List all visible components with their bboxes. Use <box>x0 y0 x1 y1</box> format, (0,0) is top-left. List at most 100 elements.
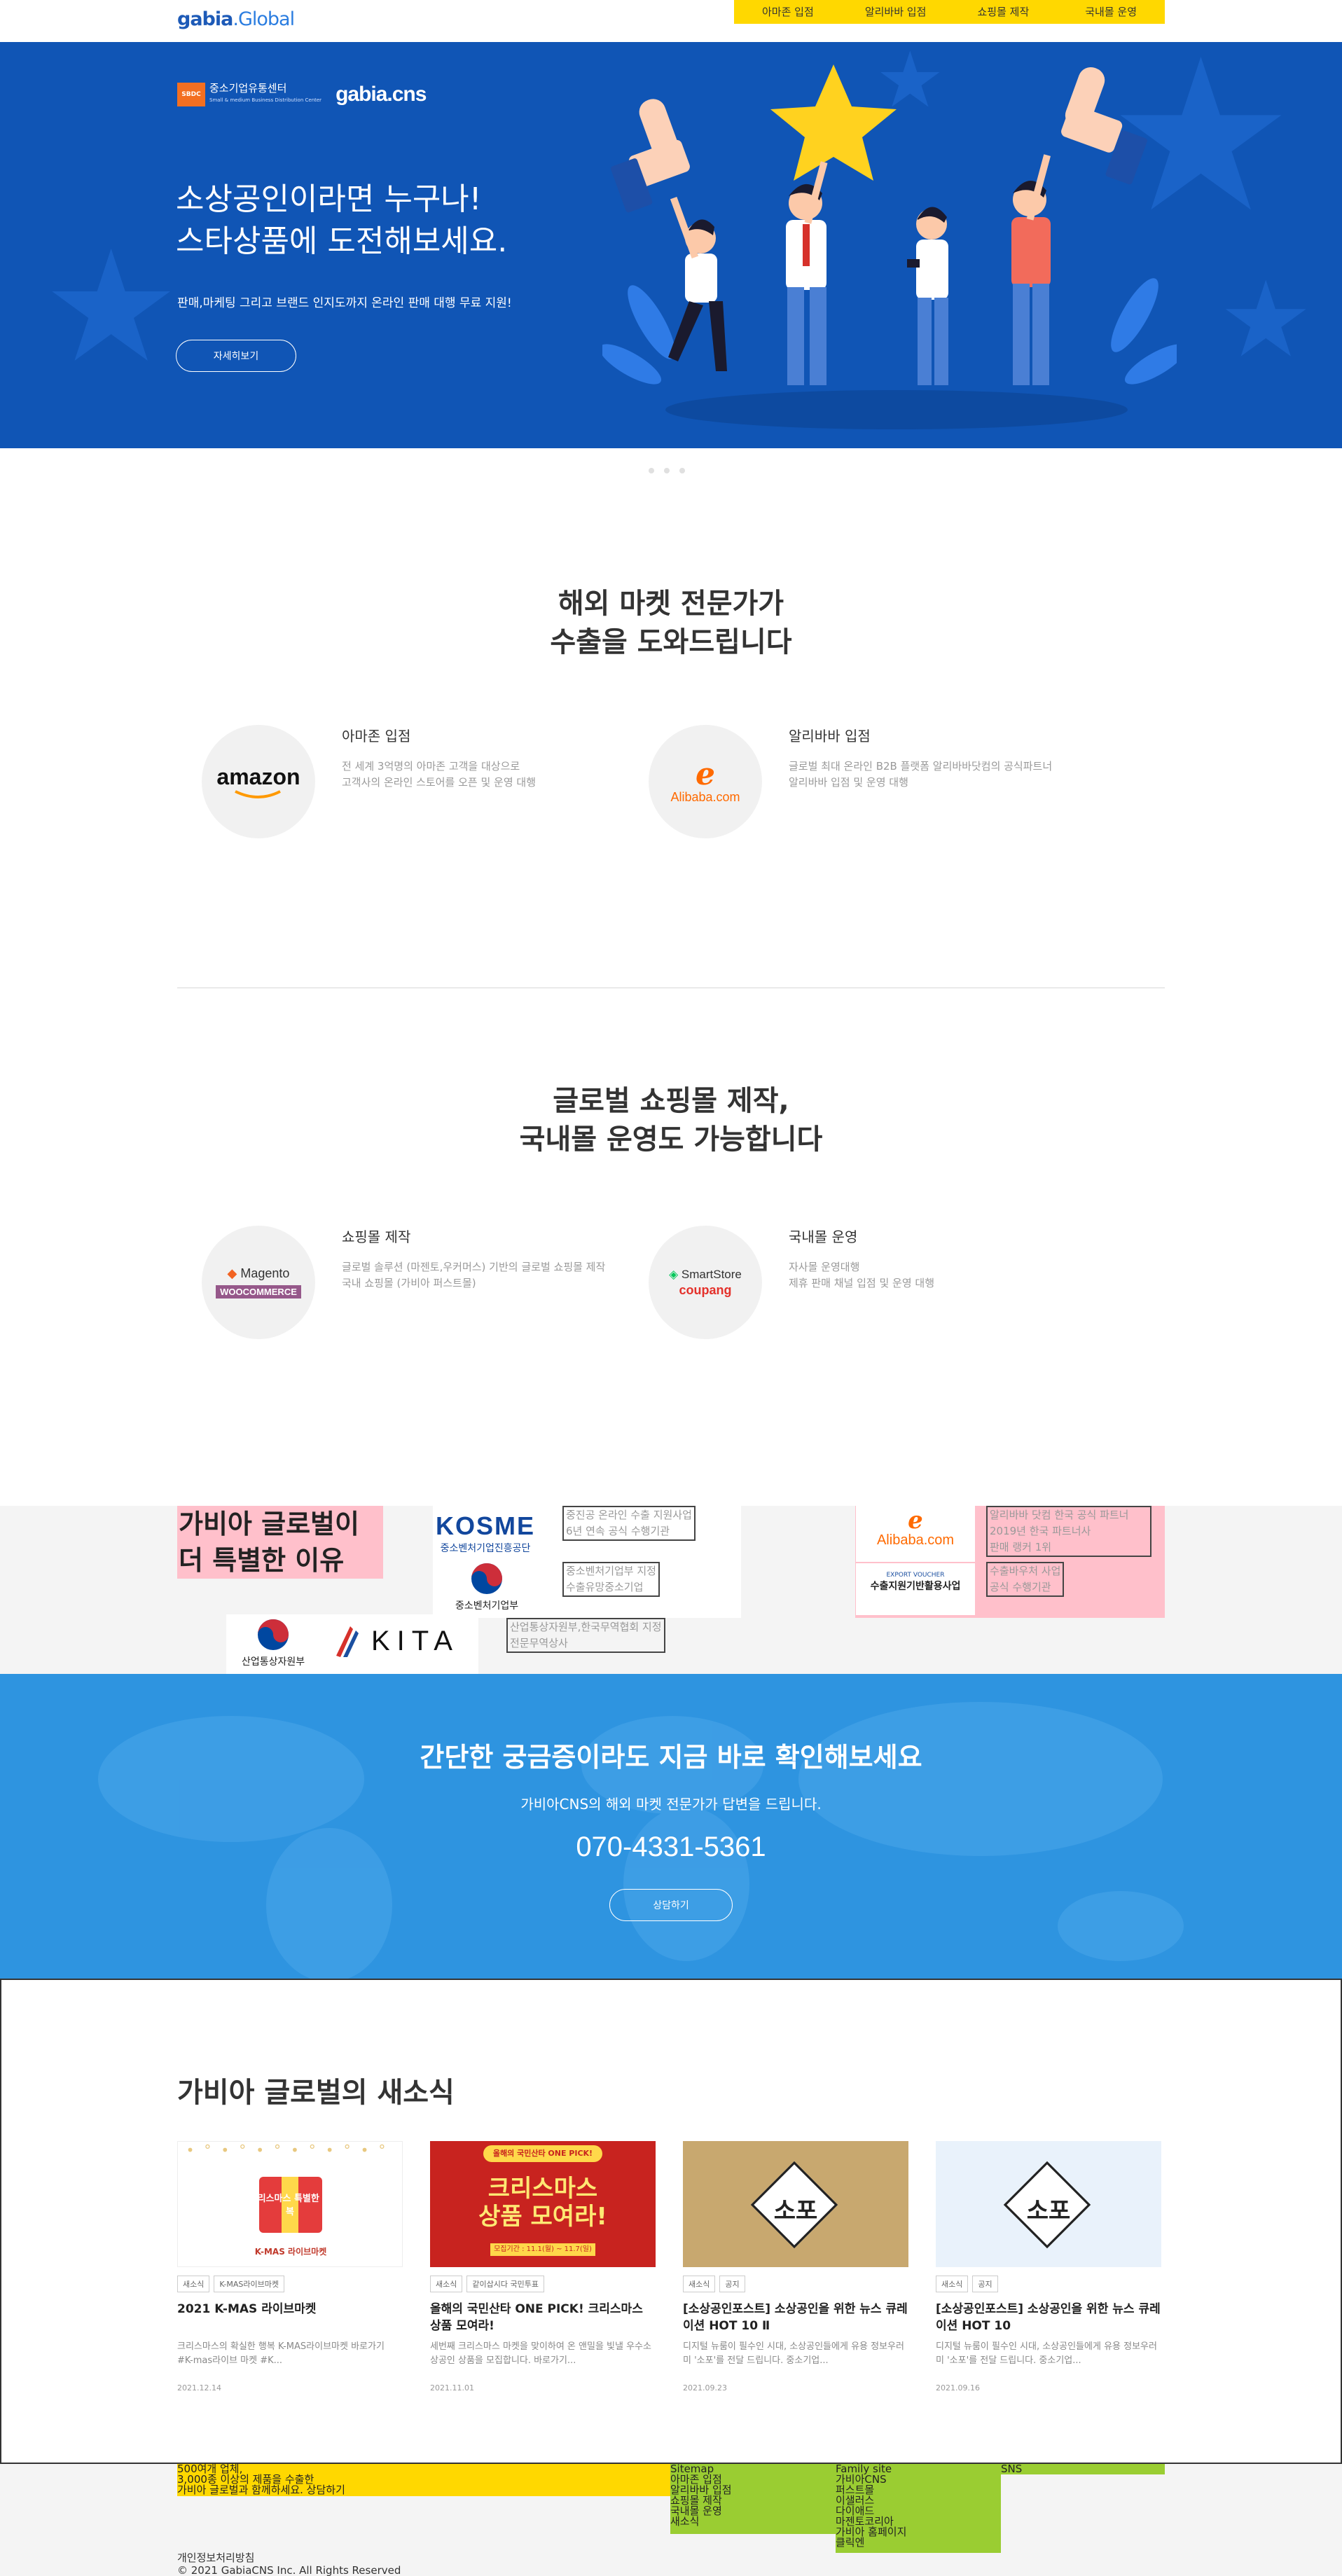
thumbnail-text: 소포 <box>1026 2197 1071 2225</box>
alibaba-partner-logo: ℯ Alibaba.com <box>856 1506 975 1562</box>
kosme-subtitle: 중소벤처기업진흥공단 <box>440 1543 531 1554</box>
nav-shopping-mall[interactable]: 쇼핑몰 제작 <box>950 0 1058 24</box>
news-tag[interactable]: 새소식 <box>683 2276 716 2292</box>
carousel-dot[interactable] <box>664 468 670 473</box>
service-name: 알리바바 입점 <box>789 728 871 745</box>
news-card-title[interactable]: 올해의 국민산타 ONE PICK! 크리스마스 상품 모여라! <box>430 2301 656 2334</box>
alibaba-description: 알리바바 닷컴 한국 공식 파트너 2019년 한국 파트너사 판매 랭커 1위 <box>986 1506 1151 1557</box>
woocommerce-logo-text: WOOCOMMERCE <box>216 1285 301 1299</box>
hero-detail-button[interactable]: 자세히보기 <box>176 340 296 372</box>
news-thumbnail: 소포 <box>683 2141 908 2267</box>
person-man-coral-shirt <box>1011 154 1051 385</box>
news-thumbnail: 소포 <box>936 2141 1161 2267</box>
service-shopping-mall[interactable]: ◆ Magento WOOCOMMERCE 쇼핑몰 제작 글로벌 솔루션 (마젠… <box>177 1226 625 1345</box>
ornament-icon: •°•°•°•°•°•° <box>186 2142 396 2159</box>
background-star-icon: ★ <box>42 217 181 396</box>
kita-logo-text: KITA <box>371 1625 459 1656</box>
news-card-title[interactable]: [소상공인포스트] 소상공인을 위한 뉴스 큐레이션 HOT 10 <box>936 2301 1161 2334</box>
alibaba-logo-text: Alibaba.com <box>670 789 740 804</box>
news-card-description: 크리스마스의 확실한 행복 K-MAS라이브마켓 바로가기 #K-mas라이브 … <box>177 2341 385 2366</box>
logo-suffix: .Global <box>233 8 295 30</box>
amazon-logo: amazon <box>202 725 315 838</box>
news-tag[interactable]: 새소식 <box>430 2276 463 2292</box>
export-voucher-logo: EXPORT VOUCHER 수출지원기반활용사업 <box>856 1563 975 1615</box>
contact-subtitle: 가비아CNS의 해외 마켓 전문가가 답변을 드립니다. <box>520 1796 822 1813</box>
nav-alibaba[interactable]: 알리바바 입점 <box>842 0 950 24</box>
news-card-title[interactable]: 2021 K-MAS 라이브마켓 <box>177 2301 403 2334</box>
news-thumbnail: 올해의 국민산타 ONE PICK! 크리스마스 상품 모여라! 모집기간 : … <box>430 2141 656 2267</box>
news-tags: 새소식 공지 <box>936 2276 1161 2292</box>
service-amazon[interactable]: amazon 아마존 입점 전 세계 3억명의 아마존 고객을 대상으로 고객사… <box>177 725 625 844</box>
mss-logo-text: 중소벤처기업부 <box>455 1600 519 1612</box>
alibaba-logo-text: Alibaba.com <box>876 1532 955 1548</box>
hero-illustration <box>602 64 1177 429</box>
smartstore-coupang-logo: ◈ SmartStore coupang <box>649 1226 762 1339</box>
news-card-title[interactable]: [소상공인포스트] 소상공인을 위한 뉴스 큐레이션 HOT 10 Ⅱ <box>683 2301 908 2334</box>
contact-section <box>0 1674 1342 1979</box>
news-tag[interactable]: 새소식 <box>936 2276 969 2292</box>
news-card[interactable]: 소포 새소식 공지 [소상공인포스트] 소상공인을 위한 뉴스 큐레이션 HOT… <box>683 2141 908 2393</box>
export-voucher-logo-text: 수출지원기반활용사업 <box>870 1581 961 1592</box>
site-header: gabia.Global 아마존 입점 알리바바 입점 쇼핑몰 제작 국내몰 운… <box>0 0 1342 42</box>
news-card-description: 디지털 뉴룸이 필수인 시대, 소상공인들에게 유용 정보우러미 '소포'를 전… <box>683 2341 904 2366</box>
contact-title: 간단한 궁금증이라도 지금 바로 확인해보세요 <box>420 1742 922 1773</box>
carousel-dot[interactable] <box>649 468 654 473</box>
news-card-description: 디지털 뉴룸이 필수인 시대, 소상공인들에게 유용 정보우러미 '소포'를 전… <box>936 2341 1157 2366</box>
export-voucher-tag: EXPORT VOUCHER <box>886 1572 945 1579</box>
consult-button[interactable]: 상담하기 <box>609 1889 733 1921</box>
carousel-indicators <box>649 468 685 473</box>
news-title: 가비아 글로벌의 새소식 <box>177 2077 455 2109</box>
news-card[interactable]: 올해의 국민산타 ONE PICK! 크리스마스 상품 모여라! 모집기간 : … <box>430 2141 656 2393</box>
news-tag[interactable]: 공지 <box>719 2276 745 2292</box>
news-thumbnail: •°•°•°•°•°•° 크리스마스 특별한 행복 K-MAS 라이브마켓 <box>177 2141 403 2267</box>
service-alibaba[interactable]: ℯ Alibaba.com 알리바바 입점 글로벌 최대 온라인 B2B 플랫폼… <box>624 725 1072 844</box>
amazon-logo-text: amazon <box>216 763 300 789</box>
service-description: 글로벌 솔루션 (마젠토,우커머스) 기반의 글로벌 쇼핑몰 제작 국내 쇼핑몰… <box>342 1261 606 1289</box>
sbdc-subtitle: Small & medium Business Distribution Cen… <box>209 97 322 103</box>
news-card-date: 2021.09.16 <box>936 2383 980 2393</box>
sbdc-badge: SBDC <box>177 83 205 106</box>
alibaba-mark-icon: ℯ <box>908 1507 923 1535</box>
nav-domestic-mall[interactable]: 국내몰 운영 <box>1057 0 1165 24</box>
plant-leaves-right <box>1111 278 1177 385</box>
family-site-link[interactable]: 클릭엔 <box>836 2537 1001 2548</box>
sbdc-name: 중소기업유통센터 <box>209 82 287 95</box>
plant-leaves-left <box>602 285 675 385</box>
nav-amazon[interactable]: 아마존 입점 <box>734 0 842 24</box>
top-nav: 아마존 입점 알리바바 입점 쇼핑몰 제작 국내몰 운영 <box>734 0 1165 24</box>
service-description: 글로벌 최대 온라인 B2B 플랫폼 알리바바닷컴의 공식파트너 알리바바 입점… <box>789 760 1053 789</box>
kita-mark-icon <box>336 1626 359 1657</box>
service-name: 쇼핑몰 제작 <box>342 1228 411 1245</box>
gabia-cns-logo: gabia.cns <box>336 83 427 106</box>
kosme-logo-text: KOSME <box>436 1511 536 1540</box>
copyright: © 2021 GabiaCNS Inc. All Rights Reserved <box>177 2564 401 2576</box>
footer-sitemap: Sitemap 아마존 입점 알리바바 입점 쇼핑몰 제작 국내몰 운영 새소식 <box>670 2464 836 2534</box>
why-title: 가비아 글로벌이 더 특별한 이유 <box>177 1506 383 1579</box>
world-map-pattern <box>98 1702 1184 1979</box>
magento-woocommerce-logo: ◆ Magento WOOCOMMERCE <box>202 1226 315 1339</box>
hero-title: 소상공인이라면 누구나! 스타상품에 도전해보세요. <box>176 181 508 259</box>
thumbnail-subtext: K-MAS 라이브마켓 <box>254 2247 327 2257</box>
section-title-export: 해외 마켓 전문가가 수출을 도와드립니다 <box>550 588 792 658</box>
sbdc-logo: 중소기업유통센터 Small & medium Business Distrib… <box>209 83 321 106</box>
news-tag[interactable]: 공지 <box>972 2276 998 2292</box>
news-card[interactable]: •°•°•°•°•°•° 크리스마스 특별한 행복 K-MAS 라이브마켓 새소… <box>177 2141 403 2393</box>
news-card[interactable]: 소포 새소식 공지 [소상공인포스트] 소상공인을 위한 뉴스 큐레이션 HOT… <box>936 2141 1161 2393</box>
sitemap-link[interactable]: 새소식 <box>670 2516 836 2527</box>
alibaba-logo: ℯ Alibaba.com <box>649 725 762 838</box>
privacy-policy-link[interactable]: 개인정보처리방침 <box>177 2553 254 2563</box>
service-domestic-mall[interactable]: ◈ SmartStore coupang 국내몰 운영 자사몰 운영대행 제휴 … <box>624 1226 1072 1345</box>
news-tag[interactable]: K-MAS라이브마켓 <box>214 2276 285 2292</box>
person-man-with-tie <box>786 161 828 385</box>
carousel-dot[interactable] <box>679 468 685 473</box>
footer-promo[interactable]: 500여개 업체, 3,000종 이상의 제품을 수출한 가비아 글로벌과 함께… <box>177 2464 670 2496</box>
korea-taegeuk-icon <box>258 1619 289 1650</box>
person-woman-jumping <box>668 197 727 371</box>
news-tag[interactable]: 새소식 <box>177 2276 210 2292</box>
news-tag[interactable]: 같이삽시다 국민투표 <box>466 2276 544 2292</box>
contact-phone-number[interactable]: 070-4331-5361 <box>0 1831 1342 1863</box>
news-tags: 새소식 같이삽시다 국민투표 <box>430 2276 656 2292</box>
site-logo[interactable]: gabia.Global <box>177 8 295 30</box>
service-name: 아마존 입점 <box>342 728 411 745</box>
news-card-description: 세번째 크리스마스 마켓을 맞이하여 온 앤밀을 빛낼 우수소상공인 상품을 모… <box>430 2341 651 2366</box>
